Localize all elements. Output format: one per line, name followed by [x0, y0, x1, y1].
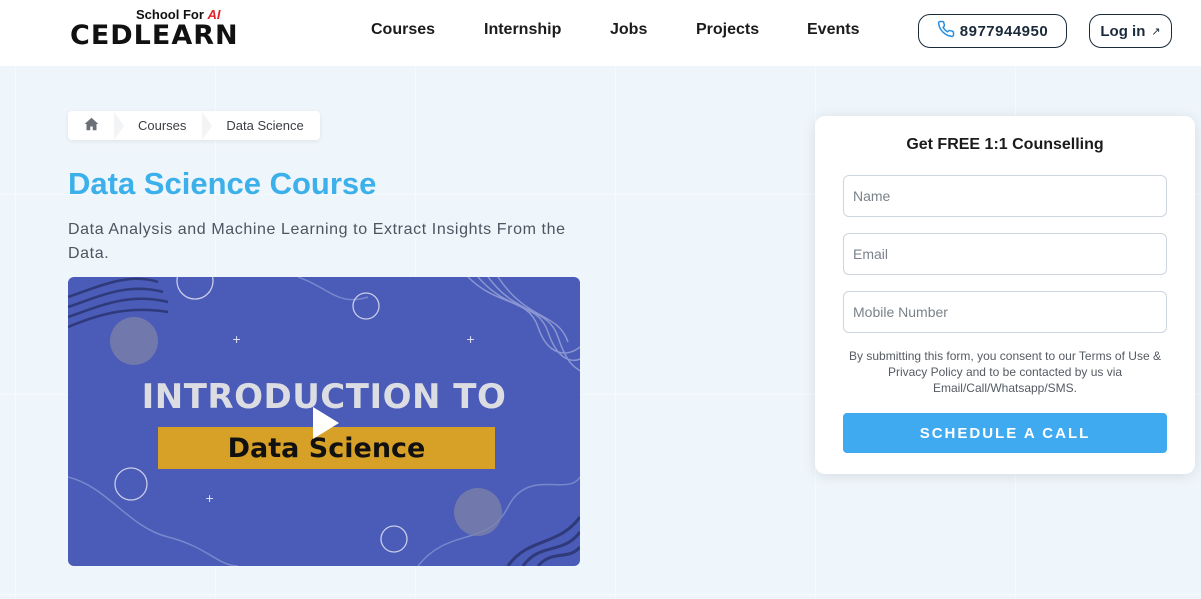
login-label: Log in	[1100, 22, 1146, 40]
play-icon[interactable]	[313, 407, 339, 439]
site-header: School For AI CEDLEARN Courses Internshi…	[0, 0, 1201, 66]
logo-brand: CEDLEARN	[70, 20, 239, 51]
nav-item-events[interactable]: Events	[807, 21, 859, 39]
course-video[interactable]: + + + INTRODUCTION TO Data Science	[68, 277, 580, 566]
mobile-number-field[interactable]	[843, 291, 1167, 333]
arrow-up-right-icon: ↗	[1151, 25, 1161, 38]
nav-item-projects[interactable]: Projects	[696, 21, 759, 39]
breadcrumb-separator	[114, 111, 124, 140]
login-button[interactable]: Log in ↗	[1089, 14, 1172, 48]
nav-item-courses[interactable]: Courses	[371, 21, 435, 39]
hero-section: Courses Data Science Data Science Course…	[0, 66, 1201, 599]
counselling-form: Get FREE 1:1 Counselling By submitting t…	[815, 116, 1195, 474]
phone-number: 8977944950	[959, 22, 1049, 40]
name-field[interactable]	[843, 175, 1167, 217]
schedule-call-button[interactable]: SCHEDULE A CALL	[843, 413, 1167, 453]
form-title: Get FREE 1:1 Counselling	[906, 136, 1104, 153]
nav-item-jobs[interactable]: Jobs	[610, 21, 647, 39]
consent-text: By submitting this form, you consent to …	[849, 349, 1161, 395]
page-title: Data Science Course	[68, 166, 377, 201]
svg-text:+: +	[205, 492, 214, 505]
breadcrumb-home[interactable]	[68, 111, 114, 140]
phone-button[interactable]: 8977944950	[918, 14, 1067, 48]
page-subtitle: Data Analysis and Machine Learning to Ex…	[68, 221, 566, 262]
breadcrumb-separator	[202, 111, 213, 140]
svg-text:+: +	[232, 333, 241, 346]
email-field[interactable]	[843, 233, 1167, 275]
cedlearn-logo[interactable]: School For AI CEDLEARN	[70, 4, 238, 54]
svg-text:+: +	[466, 333, 475, 346]
breadcrumb-courses[interactable]: Courses	[124, 118, 202, 133]
phone-icon	[937, 20, 955, 42]
home-icon	[84, 117, 99, 134]
nav-item-internship[interactable]: Internship	[484, 21, 561, 39]
breadcrumb: Courses Data Science	[68, 111, 320, 140]
breadcrumb-data-science[interactable]: Data Science	[212, 118, 319, 133]
